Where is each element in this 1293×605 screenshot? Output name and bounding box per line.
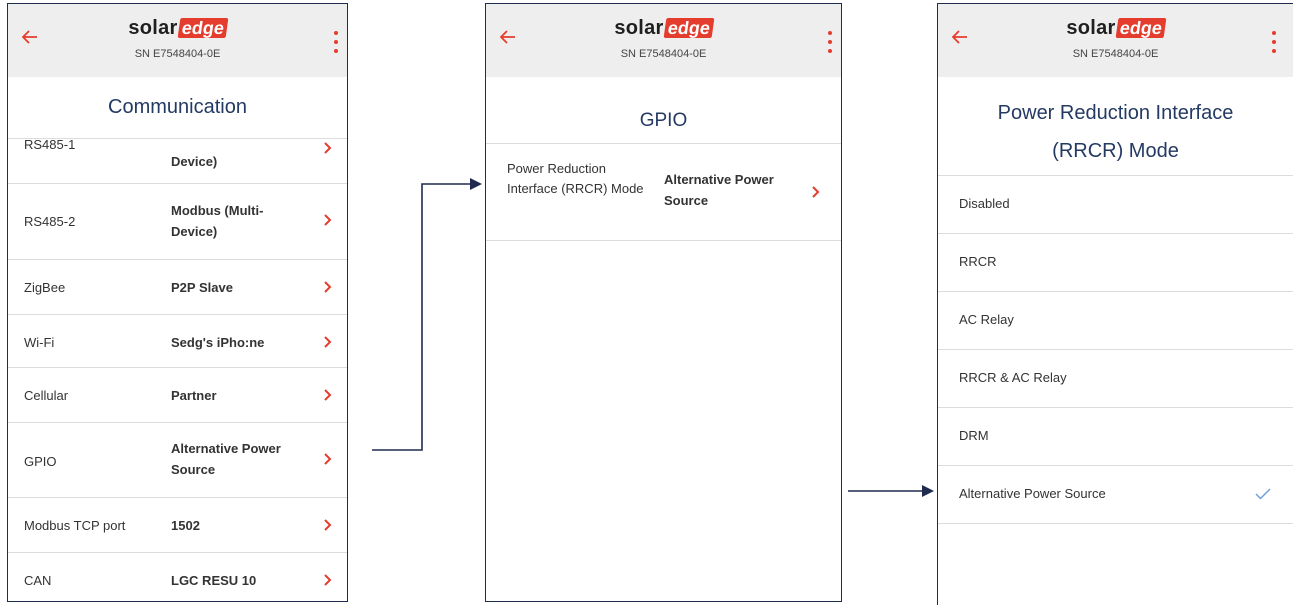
option-ac-relay[interactable]: AC Relay xyxy=(938,291,1293,350)
checkmark-icon xyxy=(1255,488,1271,500)
row-label: Cellular xyxy=(24,388,69,403)
chevron-right-icon xyxy=(324,389,332,401)
row-label: Power Reduction Interface (RRCR) Mode xyxy=(507,161,644,196)
row-value: Alternative Power Source xyxy=(171,441,281,477)
solaredge-logo: solar edge xyxy=(938,16,1293,40)
option-rrcr[interactable]: RRCR xyxy=(938,233,1293,292)
screen-communication: solar edge SN E7548404-0E Communication R… xyxy=(7,3,348,602)
row-label: CAN xyxy=(24,573,52,588)
page-title: Communication xyxy=(108,96,247,118)
list-item-rs485-2[interactable]: RS485-2 Modbus (Multi-Device) xyxy=(8,183,347,260)
app-bar: solar edge SN E7548404-0E xyxy=(486,4,841,77)
chevron-right-icon xyxy=(324,214,332,226)
solaredge-logo: solar edge xyxy=(486,16,841,40)
list-item-zigbee[interactable]: ZigBee P2P Slave xyxy=(8,259,347,315)
chevron-right-icon xyxy=(812,186,820,198)
serial-number: SN E7548404-0E xyxy=(134,48,221,60)
option-alternative-power-source[interactable]: Alternative Power Source xyxy=(938,465,1293,524)
flow-arrow-gpio xyxy=(372,178,482,451)
flow-arrow-selected-option xyxy=(848,485,934,497)
screen-rrcr-mode: solar edge SN E7548404-0E Power Reduction… xyxy=(937,3,1293,605)
chevron-right-icon xyxy=(324,453,332,465)
row-value: 1502 xyxy=(171,518,200,533)
list-item-gpio[interactable]: GPIO Alternative Power Source xyxy=(8,422,347,498)
row-label: ZigBee xyxy=(24,280,66,295)
option-label: RRCR & AC Relay xyxy=(959,370,1067,385)
list-item-rs485-1[interactable]: RS485-1 Device) xyxy=(8,137,347,184)
screen-gpio: solar edge SN E7548404-0E GPIO Power Redu… xyxy=(485,3,842,602)
list-item-modbus-tcp-port[interactable]: Modbus TCP port 1502 xyxy=(8,497,347,553)
list-item-cellular[interactable]: Cellular Partner xyxy=(8,367,347,423)
row-label: RS485-1 xyxy=(24,137,76,152)
option-label: RRCR xyxy=(959,254,997,269)
row-value: Modbus (Multi-Device) xyxy=(171,203,264,239)
chevron-right-icon xyxy=(324,281,332,293)
option-label: AC Relay xyxy=(959,312,1014,327)
option-label: DRM xyxy=(959,428,989,443)
page-title: GPIO xyxy=(639,110,688,131)
row-label: RS485-2 xyxy=(24,214,76,229)
row-label: GPIO xyxy=(24,454,57,469)
list-item-can[interactable]: CAN LGC RESU 10 xyxy=(8,552,347,601)
option-label: Disabled xyxy=(959,196,1010,211)
row-value: Sedg's iPho:ne xyxy=(171,335,265,350)
row-label: Modbus TCP port xyxy=(24,518,126,533)
row-value: Device) xyxy=(171,154,218,169)
app-bar: solar edge SN E7548404-0E xyxy=(938,4,1293,77)
list-item-wifi[interactable]: Wi-Fi Sedg's iPho:ne xyxy=(8,314,347,368)
list-item-rrcr-mode[interactable]: Power Reduction Interface (RRCR) Mode Al… xyxy=(486,143,841,241)
app-bar: solar edge SN E7548404-0E xyxy=(8,4,347,77)
row-value: Alternative Power Source xyxy=(664,172,774,208)
option-disabled[interactable]: Disabled xyxy=(938,175,1293,234)
option-label: Alternative Power Source xyxy=(959,486,1106,501)
more-vertical-icon[interactable] xyxy=(827,30,833,54)
serial-number: SN E7548404-0E xyxy=(1072,48,1159,60)
more-vertical-icon[interactable] xyxy=(333,30,339,54)
row-value: P2P Slave xyxy=(171,280,233,295)
chevron-right-icon xyxy=(324,519,332,531)
chevron-right-icon xyxy=(324,336,332,348)
page-title: Power Reduction Interface (RRCR) Mode xyxy=(997,102,1234,162)
row-value: LGC RESU 10 xyxy=(171,573,257,588)
solaredge-logo: solar edge xyxy=(8,16,347,40)
row-value: Partner xyxy=(171,388,217,403)
chevron-right-icon xyxy=(324,574,332,586)
option-rrcr-ac-relay[interactable]: RRCR & AC Relay xyxy=(938,349,1293,408)
option-drm[interactable]: DRM xyxy=(938,407,1293,466)
row-label: Wi-Fi xyxy=(24,335,55,350)
chevron-right-icon xyxy=(324,142,332,154)
serial-number: SN E7548404-0E xyxy=(620,48,707,60)
more-vertical-icon[interactable] xyxy=(1271,30,1277,54)
